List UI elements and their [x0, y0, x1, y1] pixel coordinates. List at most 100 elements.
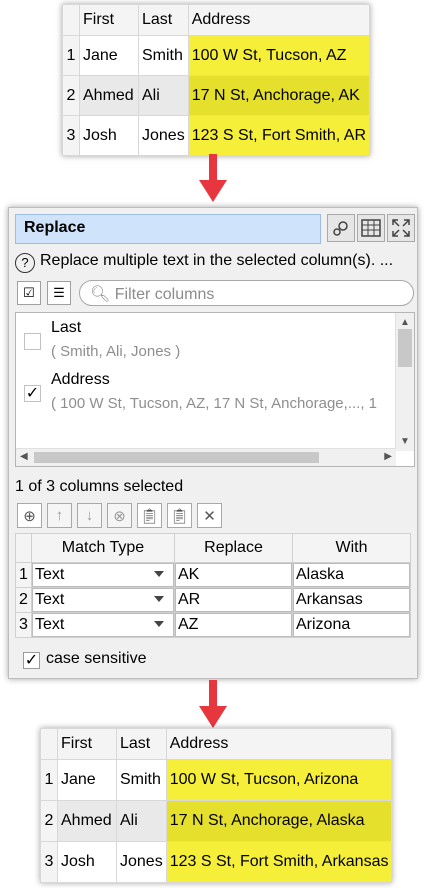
cell-address[interactable]: 123 S St, Fort Smith, AR	[187, 115, 371, 156]
description-text: Replace multiple text in the selected co…	[40, 252, 394, 269]
match-table-header: Match Type Replace With	[15, 533, 411, 563]
chevron-down-icon	[154, 571, 164, 577]
match-row: 2 Text AR Arkansas	[15, 587, 411, 613]
move-up-icon[interactable]: ↑	[47, 503, 72, 528]
panel-title[interactable]: Replace	[15, 214, 321, 244]
chevron-down-icon	[154, 621, 164, 627]
down-arrow-icon	[199, 154, 227, 202]
cell-address[interactable]: 100 W St, Tucson, Arizona	[165, 759, 393, 801]
replace-input[interactable]: AR	[174, 587, 293, 613]
row-number: 1	[40, 759, 58, 801]
match-row: 3 Text AZ Arizona	[15, 612, 411, 638]
replace-input[interactable]: AK	[174, 562, 293, 588]
column-header-last[interactable]: Last	[116, 728, 167, 760]
down-arrow-icon	[199, 680, 227, 728]
scroll-thumb[interactable]	[398, 329, 412, 367]
row-number: 3	[40, 841, 58, 883]
match-type-select[interactable]: Text	[31, 587, 175, 613]
row-number: 1	[15, 562, 32, 588]
scroll-down-icon[interactable]: ▼	[400, 436, 410, 447]
row-number: 2	[15, 587, 32, 613]
cell-last[interactable]: Ali	[116, 800, 167, 842]
column-values: ( Smith, Ali, Jones )	[51, 343, 181, 360]
list-icon[interactable]: ☰	[47, 281, 71, 305]
with-input[interactable]: Arkansas	[292, 587, 411, 613]
settings-gear-icon[interactable]	[327, 214, 355, 242]
column-name: Last	[51, 319, 82, 336]
header-match-type[interactable]: Match Type	[31, 533, 175, 563]
match-table: Match Type Replace With 1 Text AK Alaska…	[15, 533, 411, 638]
row-number-header	[15, 533, 32, 563]
cell-last[interactable]: Smith	[116, 759, 167, 801]
column-header-address[interactable]: Address	[187, 4, 371, 36]
selection-count: 1 of 3 columns selected	[15, 478, 184, 495]
output-table: First Last Address 1 Jane Smith 100 W St…	[40, 728, 393, 883]
cell-first[interactable]: Ahmed	[57, 800, 117, 842]
table-header-row: First Last Address	[40, 728, 393, 760]
column-header-first[interactable]: First	[79, 4, 139, 36]
row-number: 3	[62, 115, 80, 156]
replace-input[interactable]: AZ	[174, 612, 293, 638]
table-row: 3 Josh Jones 123 S St, Fort Smith, Arkan…	[40, 841, 393, 883]
cell-first[interactable]: Ahmed	[79, 75, 139, 116]
vertical-scrollbar[interactable]: ▲ ▼	[395, 313, 414, 451]
row-number-header	[40, 728, 58, 760]
replace-panel: Replace ? Replace multiple text in the se…	[8, 207, 418, 679]
case-sensitive-option[interactable]: ✓ case sensitive	[23, 650, 147, 669]
table-row: 1 Jane Smith 100 W St, Tucson, AZ	[62, 35, 371, 76]
with-input[interactable]: Arizona	[292, 612, 411, 638]
clear-icon[interactable]: ✕	[197, 503, 222, 528]
cell-last[interactable]: Ali	[138, 75, 189, 116]
cell-first[interactable]: Josh	[79, 115, 139, 156]
column-checkbox-address[interactable]: ✓	[24, 385, 41, 402]
table-row: 3 Josh Jones 123 S St, Fort Smith, AR	[62, 115, 371, 156]
column-header-address[interactable]: Address	[165, 728, 393, 760]
match-type-select[interactable]: Text	[31, 562, 175, 588]
table-header-row: First Last Address	[62, 4, 371, 36]
match-type-select[interactable]: Text	[31, 612, 175, 638]
cell-address[interactable]: 17 N St, Anchorage, Alaska	[165, 800, 393, 842]
move-down-icon[interactable]: ↓	[77, 503, 102, 528]
panel-description: ? Replace multiple text in the selected c…	[15, 252, 393, 273]
cell-address[interactable]: 100 W St, Tucson, AZ	[187, 35, 371, 76]
help-icon[interactable]: ?	[15, 253, 35, 273]
scroll-up-icon[interactable]: ▲	[400, 317, 410, 328]
table-row: 1 Jane Smith 100 W St, Tucson, Arizona	[40, 759, 393, 801]
cell-last[interactable]: Jones	[138, 115, 189, 156]
table-row: 2 Ahmed Ali 17 N St, Anchorage, AK	[62, 75, 371, 116]
table-row: 2 Ahmed Ali 17 N St, Anchorage, Alaska	[40, 800, 393, 842]
cell-address[interactable]: 17 N St, Anchorage, AK	[187, 75, 371, 116]
scroll-left-icon[interactable]: ◀	[20, 451, 28, 462]
column-checkbox-last[interactable]	[24, 333, 41, 350]
column-header-last[interactable]: Last	[138, 4, 189, 36]
scroll-right-icon[interactable]: ▶	[384, 451, 392, 462]
column-values: ( 100 W St, Tucson, AZ, 17 N St, Anchora…	[51, 395, 377, 412]
horizontal-scroll-thumb[interactable]	[34, 452, 319, 463]
with-input[interactable]: Alaska	[292, 562, 411, 588]
search-icon: 🔍︎	[90, 286, 111, 303]
cell-last[interactable]: Jones	[116, 841, 167, 883]
filter-columns-input[interactable]: 🔍︎ Filter columns	[79, 280, 414, 306]
row-number: 1	[62, 35, 80, 76]
header-replace[interactable]: Replace	[174, 533, 293, 563]
chevron-down-icon	[154, 596, 164, 602]
cell-first[interactable]: Josh	[57, 841, 117, 883]
paste-special-icon[interactable]: 📋︎	[167, 503, 192, 528]
column-header-first[interactable]: First	[57, 728, 117, 760]
add-row-icon[interactable]: ⊕	[17, 503, 42, 528]
horizontal-scrollbar[interactable]: ◀ ▶	[16, 448, 396, 466]
case-sensitive-checkbox[interactable]: ✓	[23, 652, 40, 669]
match-row: 1 Text AK Alaska	[15, 562, 411, 588]
column-list: Last ( Smith, Ali, Jones ) ✓ Address ( 1…	[15, 312, 415, 467]
case-sensitive-label: case sensitive	[46, 650, 147, 667]
cell-first[interactable]: Jane	[79, 35, 139, 76]
check-list-icon[interactable]: ☑	[17, 281, 41, 305]
cell-first[interactable]: Jane	[57, 759, 117, 801]
paste-icon[interactable]: 📋︎	[137, 503, 162, 528]
table-view-icon[interactable]	[357, 214, 385, 242]
remove-row-icon[interactable]: ⊗	[107, 503, 132, 528]
cell-last[interactable]: Smith	[138, 35, 189, 76]
maximize-icon[interactable]	[387, 214, 415, 242]
header-with[interactable]: With	[292, 533, 411, 563]
cell-address[interactable]: 123 S St, Fort Smith, Arkansas	[165, 841, 393, 883]
